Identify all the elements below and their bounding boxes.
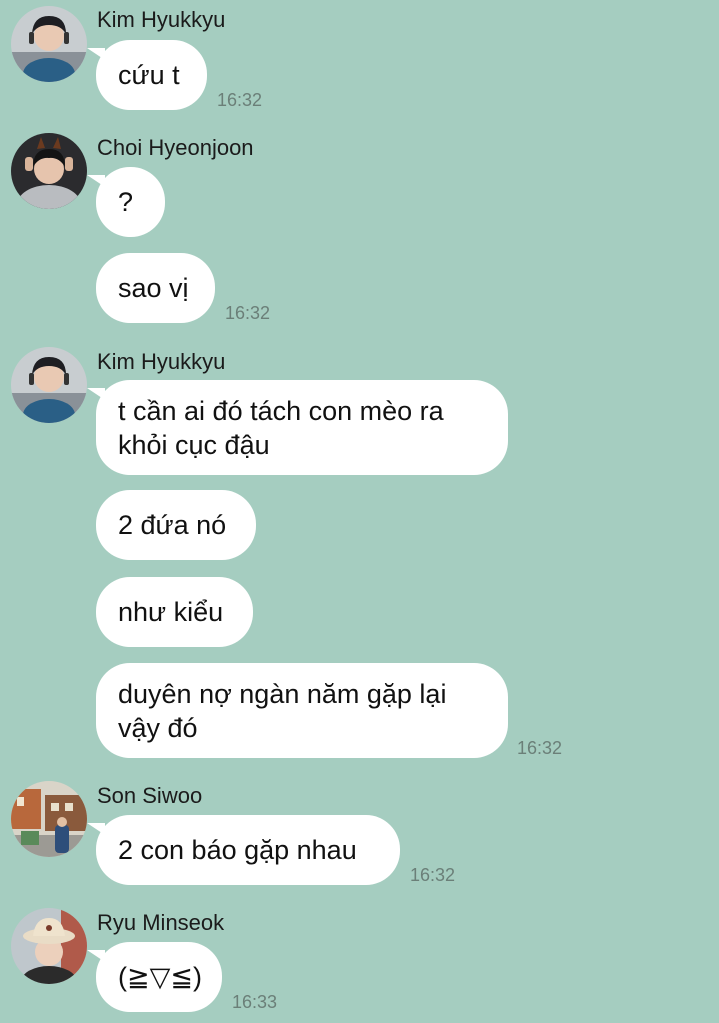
sender-name: Kim Hyukkyu (97, 349, 226, 374)
message-bubble[interactable]: (≧▽≦) (87, 942, 222, 1012)
timestamp: 16:32 (225, 303, 271, 323)
message-text: t cần ai đó tách con mèo ra khỏi cục đậu (118, 396, 444, 460)
message-bubble[interactable]: 2 đứa nó (96, 490, 256, 560)
message-bubble[interactable]: 2 con báo gặp nhau (87, 815, 400, 885)
sender-name: Ryu Minseok (97, 910, 225, 935)
message-text: 2 đứa nó (118, 510, 227, 540)
message-text: sao vị (118, 273, 189, 303)
sender-name: Kim Hyukkyu (97, 7, 226, 32)
avatar[interactable] (11, 908, 87, 984)
timestamp: 16:32 (517, 738, 563, 758)
timestamp: 16:32 (217, 90, 263, 110)
sender-name: Choi Hyeonjoon (97, 135, 254, 160)
message-text: ? (118, 187, 134, 217)
avatar[interactable] (11, 781, 87, 857)
timestamp: 16:32 (410, 865, 456, 885)
message-bubble[interactable]: sao vị (96, 253, 215, 323)
message-text: cứu t (118, 60, 180, 90)
avatar[interactable] (11, 6, 87, 82)
message-bubble[interactable]: cứu t (87, 40, 207, 110)
message-bubble[interactable]: t cần ai đó tách con mèo ra khỏi cục đậu (87, 380, 508, 475)
avatar[interactable] (11, 347, 87, 423)
message-text: 2 con báo gặp nhau (118, 835, 357, 865)
sender-name: Son Siwoo (97, 783, 203, 808)
message-text: (≧▽≦) (118, 962, 202, 992)
message-text: như kiểu (118, 597, 224, 627)
message-bubble[interactable]: ? (87, 167, 165, 237)
message-text: duyên nợ ngàn năm gặp lại vậy đó (118, 679, 447, 743)
message-bubble[interactable]: như kiểu (96, 577, 253, 647)
avatar[interactable] (11, 133, 87, 209)
message-bubble[interactable]: duyên nợ ngàn năm gặp lại vậy đó (96, 663, 508, 758)
timestamp: 16:33 (232, 992, 278, 1012)
